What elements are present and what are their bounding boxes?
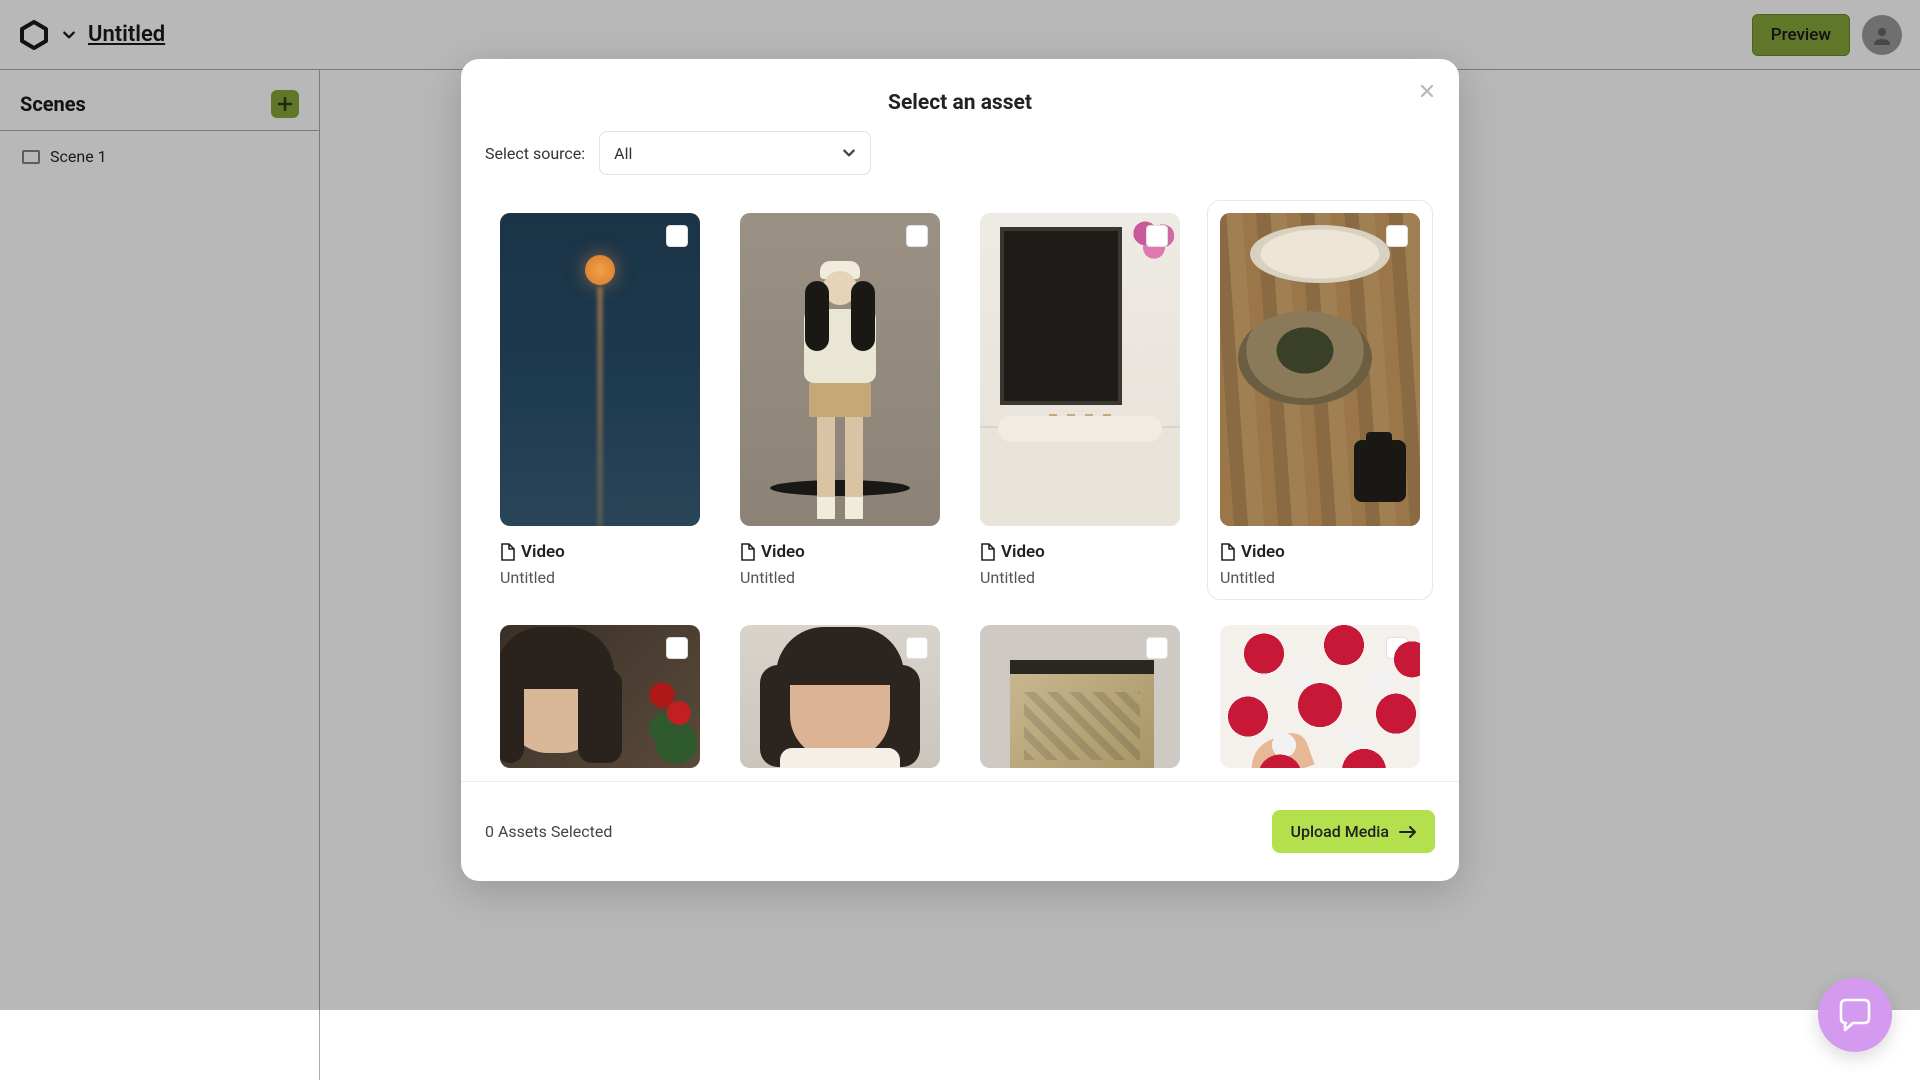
asset-title: Untitled [980, 568, 1180, 587]
asset-checkbox[interactable] [1386, 637, 1408, 659]
selected-count: 0 Assets Selected [485, 822, 612, 841]
modal-overlay[interactable]: Select an asset Select source: All [0, 0, 1920, 1010]
asset-type: Video [980, 542, 1180, 562]
upload-media-label: Upload Media [1290, 822, 1389, 841]
asset-checkbox[interactable] [666, 637, 688, 659]
asset-title: Untitled [1220, 568, 1420, 587]
asset-card[interactable]: Video Untitled [1208, 201, 1432, 599]
modal-header: Select an asset [461, 59, 1459, 119]
modal-title: Select an asset [485, 91, 1435, 115]
close-icon [1419, 83, 1435, 99]
chat-fab[interactable] [1818, 978, 1892, 1052]
asset-checkbox[interactable] [1146, 637, 1168, 659]
file-icon [980, 543, 995, 561]
asset-type-label: Video [1241, 542, 1285, 562]
asset-card[interactable]: Video Untitled [500, 213, 700, 587]
asset-checkbox[interactable] [666, 225, 688, 247]
asset-card[interactable] [1220, 625, 1420, 768]
asset-checkbox[interactable] [906, 637, 928, 659]
asset-type-label: Video [761, 542, 805, 562]
asset-checkbox[interactable] [1386, 225, 1408, 247]
asset-card[interactable] [500, 625, 700, 768]
asset-thumbnail [1220, 625, 1420, 768]
file-icon [500, 543, 515, 561]
arrow-right-icon [1399, 825, 1417, 839]
asset-checkbox[interactable] [1146, 225, 1168, 247]
file-icon [1220, 543, 1235, 561]
asset-type-label: Video [1001, 542, 1045, 562]
asset-thumbnail [500, 213, 700, 526]
asset-thumbnail [500, 625, 700, 768]
asset-type: Video [740, 542, 940, 562]
asset-thumbnail [740, 213, 940, 526]
asset-card[interactable]: Video Untitled [740, 213, 940, 587]
asset-grid-container: Video Untitled [461, 193, 1459, 781]
asset-checkbox[interactable] [906, 225, 928, 247]
chat-icon [1835, 995, 1875, 1035]
file-icon [740, 543, 755, 561]
asset-card[interactable] [980, 625, 1180, 768]
asset-type-label: Video [521, 542, 565, 562]
source-label: Select source: [485, 144, 585, 163]
asset-type: Video [500, 542, 700, 562]
asset-thumbnail [740, 625, 940, 768]
asset-picker-modal: Select an asset Select source: All [461, 59, 1459, 881]
asset-type: Video [1220, 542, 1420, 562]
asset-title: Untitled [500, 568, 700, 587]
asset-thumbnail [980, 625, 1180, 768]
close-button[interactable] [1413, 77, 1441, 105]
chevron-down-icon [842, 146, 856, 160]
source-row: Select source: All [461, 119, 1459, 193]
asset-thumbnail [1220, 213, 1420, 526]
asset-title: Untitled [740, 568, 940, 587]
upload-media-button[interactable]: Upload Media [1272, 810, 1435, 853]
asset-grid: Video Untitled [485, 213, 1435, 768]
source-select[interactable]: All [599, 131, 871, 175]
modal-footer: 0 Assets Selected Upload Media [461, 781, 1459, 881]
asset-thumbnail [980, 213, 1180, 526]
source-select-value: All [614, 144, 632, 163]
asset-card[interactable] [740, 625, 940, 768]
asset-card[interactable]: Video Untitled [980, 213, 1180, 587]
